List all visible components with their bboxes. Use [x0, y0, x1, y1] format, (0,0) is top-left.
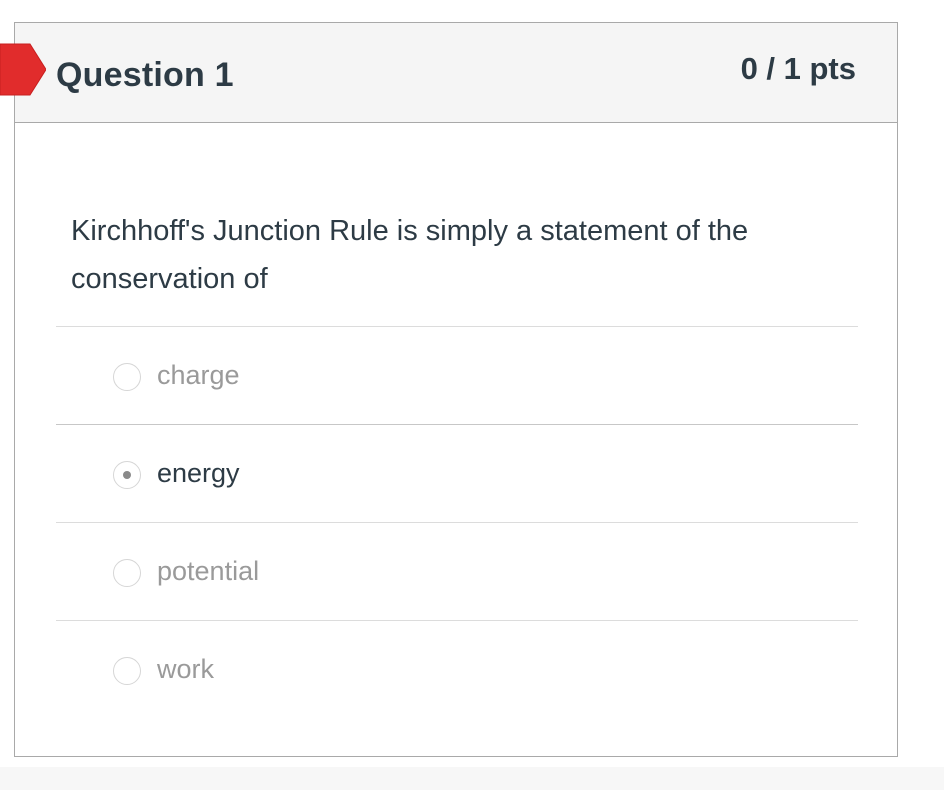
radio-button[interactable] — [113, 657, 141, 685]
answer-label: work — [157, 654, 215, 684]
answer-label: charge — [157, 360, 240, 390]
answer-list: charge energy potential work — [56, 326, 858, 718]
answer-label: potential — [157, 556, 260, 586]
answer-option-potential[interactable]: potential — [56, 522, 858, 620]
radio-button[interactable] — [113, 363, 141, 391]
radio-selected-dot — [123, 471, 131, 479]
incorrect-answer-flag-icon — [0, 43, 46, 96]
answer-option-charge[interactable]: charge — [56, 326, 858, 424]
answer-option-energy[interactable]: energy — [56, 424, 858, 522]
answer-option-work[interactable]: work — [56, 620, 858, 718]
page-bottom-band — [0, 767, 944, 790]
question-text: Kirchhoff's Junction Rule is simply a st… — [71, 215, 749, 295]
radio-button-selected[interactable] — [113, 461, 141, 489]
question-header: Question 1 0 / 1 pts — [15, 23, 897, 123]
question-title: Question 1 — [56, 56, 234, 94]
radio-button[interactable] — [113, 559, 141, 587]
question-points: 0 / 1 pts — [740, 51, 856, 86]
answer-label: energy — [157, 458, 240, 488]
